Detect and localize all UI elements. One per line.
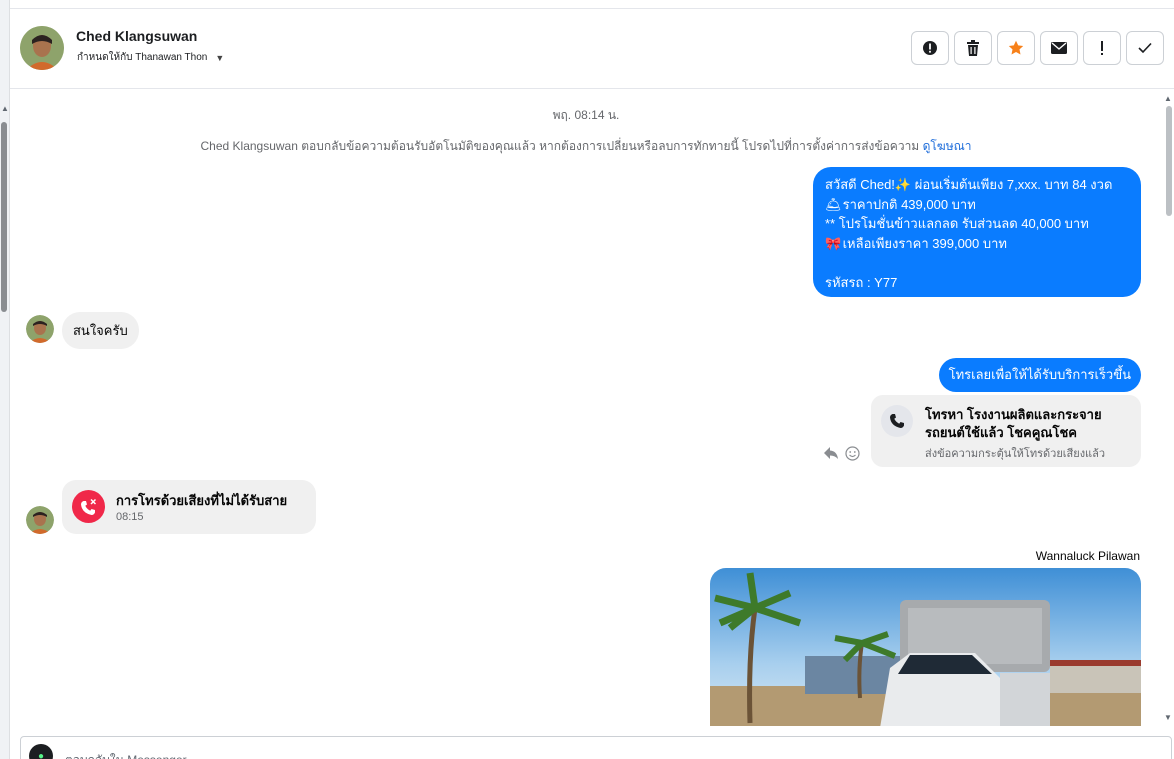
sender-name: Wannaluck Pilawan	[1035, 549, 1140, 563]
missed-call-card[interactable]: การโทรด้วยเสียงที่ไม่ได้รับสาย 08:15	[62, 480, 316, 534]
msg-line: 🎀 เหลือเพียงราคา 399,000 บาท	[825, 234, 1129, 254]
contact-avatar[interactable]	[20, 26, 64, 70]
reply-icon[interactable]	[823, 446, 839, 465]
check-icon	[1138, 42, 1152, 54]
thread-scrollbar[interactable]: ▲ ▼	[1162, 90, 1174, 726]
messenger-avatar-icon: ●	[29, 744, 53, 759]
report-button[interactable]	[911, 31, 949, 65]
exclamation-circle-icon	[923, 41, 937, 55]
follow-up-button[interactable]	[1083, 31, 1121, 65]
phone-icon	[881, 405, 913, 437]
emoji-react-icon[interactable]	[845, 446, 860, 465]
shared-photo[interactable]	[710, 568, 1141, 726]
msg-line: ** โปรโมชั่นข้าวแลกลด รับส่วนลด 40,000 บ…	[825, 216, 1089, 231]
auto-reply-notice: Ched Klangsuwan ตอบกลับข้อความต้อนรับอัต…	[10, 137, 1162, 156]
mark-unread-button[interactable]	[1040, 31, 1078, 65]
message-thread[interactable]: พฤ. 08:14 น. Ched Klangsuwan ตอบกลับข้อค…	[10, 90, 1162, 726]
missed-call-title: การโทรด้วยเสียงที่ไม่ได้รับสาย	[116, 493, 288, 508]
missed-call-time: 08:15	[116, 511, 144, 523]
delete-button[interactable]	[954, 31, 992, 65]
call-request-card[interactable]: โทรหา โรงงานผลิตและกระจายรถยนต์ใช้แล้ว โ…	[871, 395, 1141, 467]
incoming-message[interactable]: สนใจครับ	[62, 312, 139, 349]
conversation-header: Ched Klangsuwan กำหนดให้กับ Thanawan Tho…	[10, 9, 1174, 89]
mark-done-button[interactable]	[1126, 31, 1164, 65]
assign-dropdown[interactable]: กำหนดให้กับ Thanawan Thon ▼	[77, 50, 224, 65]
trash-icon	[967, 40, 979, 56]
bell-icon: 🛎	[825, 196, 842, 212]
view-ad-link[interactable]: ดูโฆษณา	[923, 139, 972, 153]
call-card-subtitle: ส่งข้อความกระตุ้นให้โทรด้วยเสียงแล้ว	[925, 448, 1106, 460]
contact-avatar-small[interactable]	[26, 315, 54, 343]
assign-label: กำหนดให้กับ Thanawan Thon	[77, 52, 208, 63]
caret-down-icon: ▼	[215, 52, 225, 63]
contact-name: Ched Klangsuwan	[76, 28, 198, 44]
star-button[interactable]	[997, 31, 1035, 65]
scroll-up-arrow-icon[interactable]: ▲	[1164, 94, 1172, 103]
thread-scrollbar-thumb[interactable]	[1166, 106, 1172, 216]
msg-line: สวัสดี Ched!✨ ผ่อนเริ่มต้นเพียง 7,xxx. บ…	[825, 177, 1113, 192]
msg-line: รหัสรถ : Y77	[825, 274, 898, 290]
outgoing-message-promo[interactable]: สวัสดี Ched!✨ ผ่อนเริ่มต้นเพียง 7,xxx. บ…	[813, 167, 1141, 297]
reply-composer[interactable]: ● ตอบกลับใน Messenger	[20, 736, 1172, 759]
ribbon-icon: 🎀	[825, 235, 842, 251]
notice-text: Ched Klangsuwan ตอบกลับข้อความต้อนรับอัต…	[200, 139, 920, 153]
call-card-title: โทรหา โรงงานผลิตและกระจายรถยนต์ใช้แล้ว โ…	[925, 407, 1102, 440]
envelope-icon	[1051, 42, 1067, 54]
missed-call-icon	[72, 490, 105, 523]
header-actions	[911, 31, 1164, 65]
outgoing-message-call-prompt[interactable]: โทรเลยเพื่อให้ได้รับบริการเร็วขึ้น	[938, 358, 1141, 392]
msg-line: 🛎 ราคาปกติ 439,000 บาท	[825, 195, 1129, 215]
exclamation-icon	[1101, 41, 1103, 55]
scrollbar-thumb[interactable]	[1, 122, 7, 312]
left-scrollbar[interactable]: ▲	[0, 0, 10, 759]
scroll-down-arrow-icon[interactable]: ▼	[1164, 713, 1172, 722]
msg-line	[825, 253, 1129, 273]
contact-avatar-small[interactable]	[26, 506, 54, 534]
thread-timestamp: พฤ. 08:14 น.	[552, 108, 620, 122]
star-icon	[1008, 40, 1024, 55]
message-actions	[823, 446, 860, 465]
scroll-up-arrow-icon[interactable]: ▲	[1, 104, 9, 113]
composer-placeholder[interactable]: ตอบกลับใน Messenger	[65, 751, 187, 759]
